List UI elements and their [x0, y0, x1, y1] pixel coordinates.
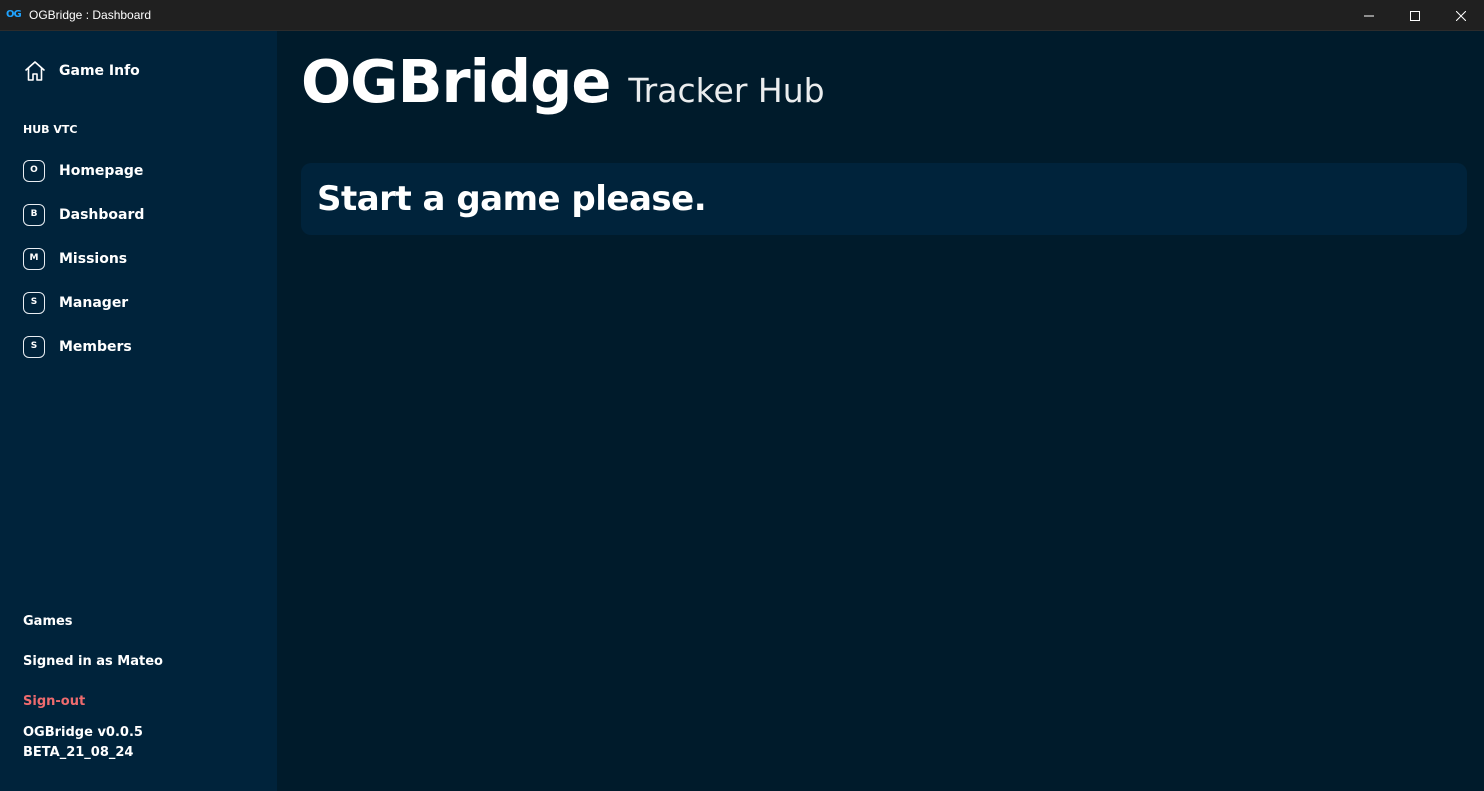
brand-title: OGBridge — [301, 47, 611, 116]
version-info: OGBridge v0.0.5 BETA_21_08_24 — [23, 723, 143, 763]
sidebar-item-manager[interactable]: S Manager — [23, 291, 263, 315]
close-button[interactable] — [1438, 0, 1484, 31]
sidebar-nav: O Homepage B Dashboard M Missions S Mana… — [23, 159, 263, 379]
sidebar-item-dashboard[interactable]: B Dashboard — [23, 203, 263, 227]
maximize-icon — [1410, 10, 1420, 21]
app-logo-icon: OG — [6, 9, 22, 20]
sidebar-item-label: Dashboard — [59, 207, 145, 223]
version-number: OGBridge v0.0.5 — [23, 725, 143, 740]
minimize-button[interactable] — [1346, 0, 1392, 31]
letter-badge-icon: S — [23, 292, 45, 314]
window-title: OGBridge : Dashboard — [29, 8, 152, 22]
notice-message: Start a game please. — [317, 179, 707, 219]
letter-badge-icon: O — [23, 160, 45, 182]
sidebar-item-label: Missions — [59, 251, 128, 267]
main-content: OGBridge Tracker Hub Start a game please… — [277, 31, 1484, 791]
page-header: OGBridge Tracker Hub — [301, 47, 825, 117]
sign-out-link[interactable]: Sign-out — [23, 693, 85, 710]
minimize-icon — [1364, 15, 1374, 16]
sidebar-item-label: Manager — [59, 295, 129, 311]
sidebar-item-label: Homepage — [59, 163, 144, 179]
close-icon — [1456, 10, 1466, 21]
build-tag: BETA_21_08_24 — [23, 745, 134, 760]
games-link[interactable]: Games — [23, 613, 73, 630]
sidebar-item-homepage[interactable]: O Homepage — [23, 159, 263, 183]
sidebar-item-label: Game Info — [59, 63, 140, 79]
sidebar-item-game-info[interactable]: Game Info — [23, 59, 140, 83]
sidebar-item-members[interactable]: S Members — [23, 335, 263, 359]
brand-subtitle: Tracker Hub — [628, 71, 825, 110]
signed-in-status: Signed in as Mateo — [23, 654, 163, 669]
section-heading: HUB VTC — [23, 123, 78, 136]
app-window: OG OGBridge : Dashboard Game Info HUB VT… — [0, 0, 1484, 791]
home-icon — [25, 61, 45, 81]
sidebar-item-label: Members — [59, 339, 132, 355]
title-bar: OG OGBridge : Dashboard — [0, 0, 1484, 31]
notice-panel: Start a game please. — [301, 163, 1467, 235]
sidebar: Game Info HUB VTC O Homepage B Dashboard… — [0, 31, 277, 791]
maximize-button[interactable] — [1392, 0, 1438, 31]
letter-badge-icon: B — [23, 204, 45, 226]
letter-badge-icon: M — [23, 248, 45, 270]
letter-badge-icon: S — [23, 336, 45, 358]
sidebar-item-missions[interactable]: M Missions — [23, 247, 263, 271]
